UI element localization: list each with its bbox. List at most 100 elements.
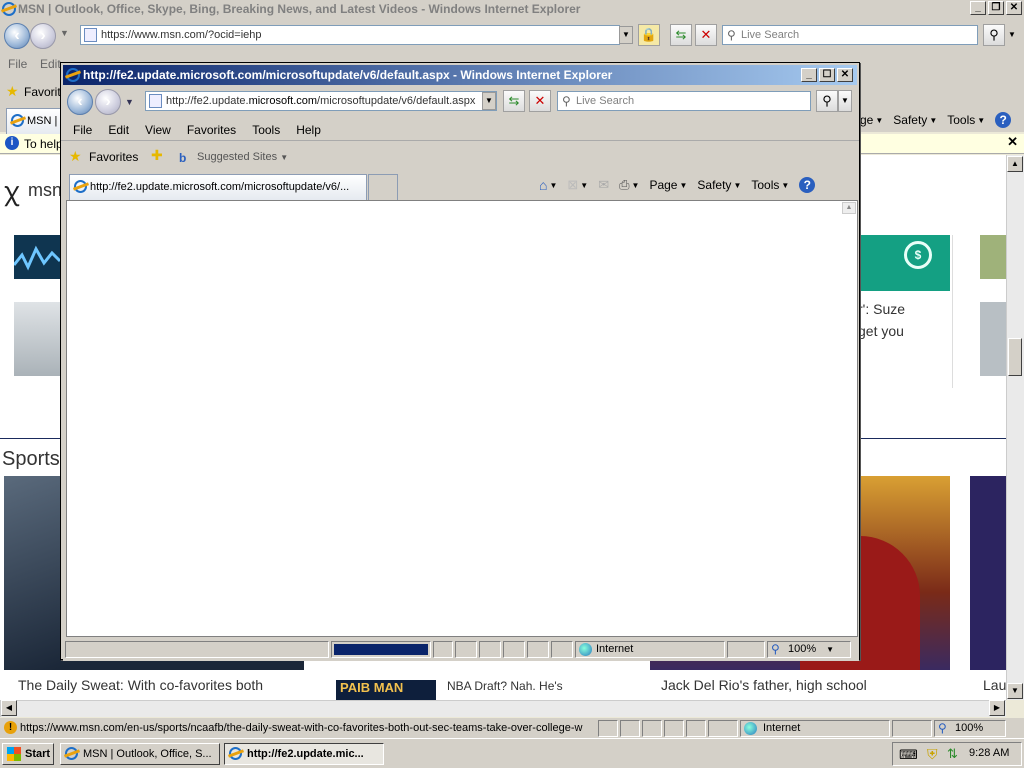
popup-favorites-button[interactable]: Favorites — [89, 150, 138, 164]
popup-scroll-up-button[interactable]: ▲ — [842, 202, 856, 214]
popup-star-icon: ★ — [69, 148, 82, 164]
headline-lau[interactable]: Lau — [983, 677, 1006, 693]
zoom-icon: ⚲ — [938, 721, 947, 735]
cmd-tools[interactable]: Tools — [947, 113, 975, 127]
info-icon: i — [5, 136, 19, 150]
popup-history-dropdown[interactable]: ▼ — [125, 97, 134, 107]
print-icon[interactable]: ⎙ — [619, 177, 629, 193]
headline-daily-sweat[interactable]: The Daily Sweat: With co-favorites both — [18, 677, 263, 693]
zoom-icon: ⚲ — [771, 642, 780, 656]
headline-del-rio[interactable]: Jack Del Rio's father, high school — [661, 677, 867, 693]
news-thumbnail-1[interactable] — [12, 235, 62, 279]
keyboard-icon[interactable]: ⌨ — [899, 747, 918, 763]
taskbar-task-msn[interactable]: MSN | Outlook, Office, S... — [60, 743, 220, 765]
popup-title: http://fe2.update.microsoft.com/microsof… — [83, 68, 613, 82]
search-options-dropdown[interactable]: ▼ — [1008, 30, 1016, 39]
popup-back-arrow-icon[interactable]: ‹ — [67, 89, 93, 115]
popup-menu-tools[interactable]: Tools — [244, 123, 288, 137]
cmd-page[interactable]: ge — [860, 113, 873, 127]
popup-search-input[interactable]: Live Search — [557, 91, 811, 111]
popup-command-bar: ⌂ ▼ ⊠ ▼ ✉ ⎙ ▼ Page ▼ Safety ▼ Tools ▼ ? — [539, 177, 816, 193]
main-zoom-control[interactable]: ⚲ 100% — [934, 720, 1006, 737]
new-tab-button[interactable] — [368, 174, 398, 200]
popup-tab-active[interactable]: http://fe2.update.microsoft.com/microsof… — [69, 174, 367, 200]
popup-maximize-button[interactable]: ☐ — [819, 68, 835, 82]
network-icon[interactable]: ⇅ — [947, 746, 958, 762]
news-thumbnail-money[interactable]: $ — [860, 235, 950, 291]
popup-menu-view[interactable]: View — [137, 123, 179, 137]
popup-search-icon[interactable]: ⚲ — [816, 90, 838, 112]
popup-cmd-tools[interactable]: Tools — [751, 178, 779, 192]
main-tab-msn[interactable]: MSN | C — [6, 108, 62, 134]
ie-icon — [65, 747, 78, 760]
address-dropdown-button[interactable]: ▼ — [619, 26, 633, 44]
scroll-thumb[interactable] — [1008, 338, 1022, 376]
scroll-left-button[interactable]: ◀ — [1, 700, 17, 716]
popup-menu-favorites[interactable]: Favorites — [179, 123, 244, 137]
scroll-down-button[interactable]: ▼ — [1007, 683, 1023, 699]
popup-stop-icon[interactable]: ✕ — [529, 90, 551, 112]
popup-address-bar[interactable]: http://fe2.update.microsoft.com/microsof… — [145, 91, 497, 111]
popup-menu-edit[interactable]: Edit — [100, 123, 137, 137]
popup-content-area[interactable]: ▲ — [66, 200, 858, 637]
refresh-icon[interactable]: ⇆ — [670, 24, 692, 46]
main-search-input[interactable]: Live Search — [722, 25, 978, 45]
shield-icon[interactable]: ⛨ — [927, 746, 938, 763]
back-arrow-icon[interactable]: ‹ — [4, 23, 30, 49]
headline-suze[interactable]: r': Suze get you — [858, 298, 905, 342]
protected-mode-icon[interactable] — [892, 720, 932, 737]
lock-icon[interactable]: 🔒 — [638, 24, 660, 46]
sports-image-4[interactable] — [970, 476, 1006, 670]
close-icon[interactable]: ✕ — [1007, 134, 1018, 150]
home-icon[interactable]: ⌂ — [539, 177, 547, 193]
ie-icon — [229, 747, 242, 760]
popup-menu-file[interactable]: File — [65, 123, 100, 137]
rss-icon[interactable]: ⊠ — [567, 177, 578, 193]
taskbar-task-update[interactable]: http://fe2.update.mic... — [224, 743, 384, 765]
minimize-button[interactable]: _ — [970, 1, 986, 15]
start-button[interactable]: Start — [2, 743, 54, 765]
sports-image-2[interactable]: PAIB MAN — [336, 680, 436, 700]
clock[interactable]: 9:28 AM — [969, 747, 1009, 759]
popup-help-icon[interactable]: ? — [799, 177, 816, 193]
msn-logo[interactable]: msn — [28, 180, 62, 201]
popup-status-text — [65, 641, 329, 658]
history-dropdown-icon[interactable]: ▼ — [60, 28, 69, 38]
scroll-up-button[interactable]: ▲ — [1007, 156, 1023, 172]
add-favorites-icon[interactable]: ✚ — [151, 147, 163, 164]
forward-arrow-icon[interactable]: › — [30, 23, 56, 49]
main-address-bar[interactable]: https://www.msn.com/?ocid=iehp — [80, 25, 620, 45]
popup-forward-arrow-icon[interactable]: › — [95, 89, 121, 115]
popup-refresh-icon[interactable]: ⇆ — [503, 90, 525, 112]
popup-zoom-control[interactable]: ⚲ 100% ▼ — [767, 641, 851, 658]
restore-button[interactable]: ❐ — [988, 1, 1004, 15]
cmd-safety[interactable]: Safety — [893, 113, 927, 127]
globe-icon — [579, 643, 592, 656]
help-icon[interactable]: ? — [995, 112, 1012, 128]
suggested-sites-button[interactable]: Suggested Sites ▼ — [197, 151, 288, 163]
popup-cmd-page[interactable]: Page — [649, 178, 677, 192]
popup-search-options[interactable]: ▼ — [838, 90, 852, 112]
popup-address-dropdown[interactable]: ▼ — [482, 92, 496, 110]
menu-edit[interactable]: Edit — [40, 57, 61, 71]
popup-protected-mode-icon[interactable] — [727, 641, 765, 658]
news-thumbnail-4[interactable] — [980, 302, 1006, 376]
headline-nba-draft[interactable]: NBA Draft? Nah. He's — [447, 679, 563, 693]
search-icon[interactable]: ⚲ — [983, 24, 1005, 46]
main-status-bar: ! https://www.msn.com/en-us/sports/ncaaf… — [0, 718, 1024, 740]
news-thumbnail-3[interactable] — [980, 235, 1006, 279]
menu-file[interactable]: File — [8, 57, 27, 71]
stop-icon[interactable]: ✕ — [695, 24, 717, 46]
popup-close-button[interactable]: ✕ — [837, 68, 853, 82]
popup-cmd-safety[interactable]: Safety — [697, 178, 731, 192]
main-horizontal-scrollbar[interactable] — [0, 700, 1006, 717]
popup-window: http://fe2.update.microsoft.com/microsof… — [60, 62, 860, 661]
news-thumbnail-2[interactable] — [14, 302, 62, 376]
scroll-right-button[interactable]: ▶ — [989, 700, 1005, 716]
popup-menu-help[interactable]: Help — [288, 123, 329, 137]
ie-icon — [2, 2, 16, 16]
mail-icon[interactable]: ✉ — [598, 177, 609, 193]
close-button[interactable]: ✕ — [1006, 1, 1022, 15]
popup-minimize-button[interactable]: _ — [801, 68, 817, 82]
main-vertical-scrollbar[interactable] — [1006, 155, 1024, 700]
